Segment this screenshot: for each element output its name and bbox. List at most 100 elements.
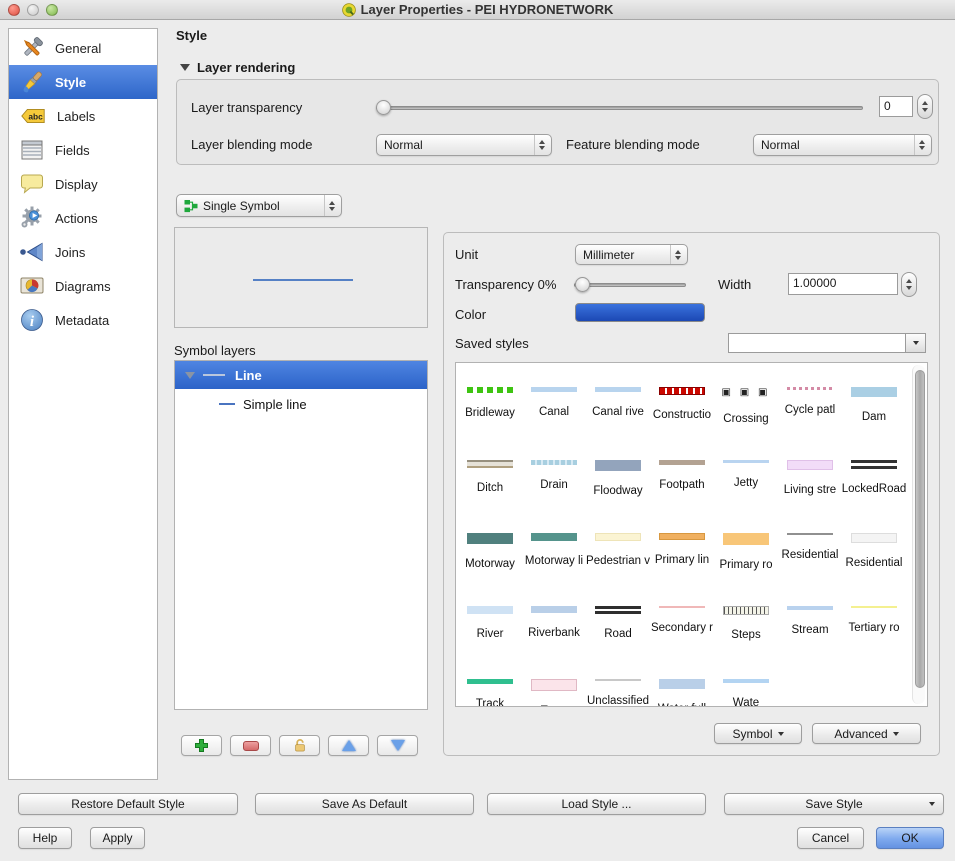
style-item[interactable]: Motorway li (522, 521, 586, 594)
layer-rendering-toggle[interactable]: Layer rendering (180, 60, 295, 75)
lock-symbol-layer-button[interactable] (279, 735, 320, 756)
minimize-window-button[interactable] (27, 4, 39, 16)
tree-item-line[interactable]: Line (175, 361, 427, 389)
style-item-label: Drain (540, 479, 567, 491)
width-stepper[interactable] (901, 272, 917, 297)
sidebar-item-display[interactable]: Display (9, 167, 157, 201)
layer-transparency-slider-thumb[interactable] (376, 100, 391, 115)
style-item-label: Riverbank (528, 627, 580, 639)
gear-icon (19, 205, 45, 231)
style-item[interactable]: Steps (714, 594, 778, 667)
style-swatch (531, 460, 577, 465)
style-item[interactable]: Primary ro (714, 521, 778, 594)
style-item[interactable]: Bridleway (458, 375, 522, 448)
sidebar-item-diagrams[interactable]: Diagrams (9, 269, 157, 303)
ok-button[interactable]: OK (876, 827, 944, 849)
sidebar-item-labels[interactable]: abc Labels (9, 99, 157, 133)
style-item[interactable]: Track (458, 667, 522, 707)
style-item[interactable]: Primary lin (650, 521, 714, 594)
move-layer-down-button[interactable] (377, 735, 418, 756)
style-item[interactable]: Pedestrian v (586, 521, 650, 594)
style-item[interactable]: Cycle patl (778, 375, 842, 448)
style-item[interactable]: Footpath (650, 448, 714, 521)
symbol-transparency-slider[interactable] (574, 283, 686, 287)
apply-button[interactable]: Apply (90, 827, 145, 849)
style-item[interactable]: Dam (842, 375, 906, 448)
style-item[interactable]: Riverbank (522, 594, 586, 667)
style-item[interactable]: Stream (778, 594, 842, 667)
close-window-button[interactable] (8, 4, 20, 16)
style-item[interactable]: Unclassified (586, 667, 650, 707)
style-item-label: Road (604, 628, 632, 640)
add-symbol-layer-button[interactable] (181, 735, 222, 756)
zoom-window-button[interactable] (46, 4, 58, 16)
page-title: Style (176, 28, 207, 43)
paintbrush-icon (19, 69, 45, 95)
style-swatch (851, 533, 897, 543)
color-button[interactable] (575, 303, 705, 322)
restore-default-style-button[interactable]: Restore Default Style (18, 793, 238, 815)
sidebar-item-label: Actions (55, 211, 98, 226)
layer-transparency-slider[interactable] (376, 106, 863, 110)
symbol-preview (174, 227, 428, 328)
style-item[interactable]: Residential (778, 521, 842, 594)
sidebar-item-joins[interactable]: Joins (9, 235, 157, 269)
symbol-menu-button[interactable]: Symbol (714, 723, 802, 744)
layer-transparency-stepper[interactable] (917, 94, 933, 119)
style-item[interactable]: LockedRoad (842, 448, 906, 521)
style-item[interactable]: Jetty (714, 448, 778, 521)
layer-blending-select[interactable]: Normal (376, 134, 552, 156)
symbol-transparency-slider-thumb[interactable] (575, 277, 590, 292)
unit-select[interactable]: Millimeter (575, 244, 688, 265)
style-item-label: Tertiary ro (848, 622, 899, 634)
expander-icon[interactable] (185, 372, 195, 379)
width-input[interactable]: 1.00000 (788, 273, 898, 295)
scrollbar-thumb[interactable] (915, 370, 925, 688)
style-item[interactable]: River (458, 594, 522, 667)
load-style-button[interactable]: Load Style ... (487, 793, 706, 815)
style-item[interactable]: Ditch (458, 448, 522, 521)
save-style-button[interactable]: Save Style (724, 793, 944, 815)
style-swatch (531, 533, 577, 541)
renderer-select[interactable]: Single Symbol (176, 194, 342, 217)
style-item[interactable]: Water full (650, 667, 714, 707)
sidebar-item-metadata[interactable]: i Metadata (9, 303, 157, 337)
style-item[interactable]: Floodway (586, 448, 650, 521)
tree-item-simple-line[interactable]: Simple line (175, 389, 427, 419)
style-item[interactable]: Motorway (458, 521, 522, 594)
style-item[interactable]: Secondary r (650, 594, 714, 667)
sidebar-item-general[interactable]: General (9, 31, 157, 65)
sidebar-item-actions[interactable]: Actions (9, 201, 157, 235)
saved-styles-select[interactable] (728, 333, 926, 353)
help-button[interactable]: Help (18, 827, 72, 849)
help-label: Help (33, 831, 58, 845)
style-item[interactable]: Living stre (778, 448, 842, 521)
restore-default-style-label: Restore Default Style (71, 797, 184, 811)
save-as-default-button[interactable]: Save As Default (255, 793, 474, 815)
move-layer-up-button[interactable] (328, 735, 369, 756)
style-list-scrollbar[interactable] (912, 365, 925, 704)
sidebar-item-fields[interactable]: Fields (9, 133, 157, 167)
remove-symbol-layer-button[interactable] (230, 735, 271, 756)
save-style-label: Save Style (805, 797, 862, 811)
cancel-button[interactable]: Cancel (797, 827, 864, 849)
style-item[interactable]: Canal rive (586, 375, 650, 448)
style-item-label: Wate (733, 697, 759, 707)
style-item[interactable]: Residential (842, 521, 906, 594)
style-item[interactable]: ▣ ▣ ▣Crossing (714, 375, 778, 448)
style-item[interactable]: Tertiary ro (842, 594, 906, 667)
style-item[interactable]: Road (586, 594, 650, 667)
sidebar-item-style[interactable]: Style (9, 65, 157, 99)
saved-styles-value (729, 334, 905, 352)
style-item[interactable]: Canal (522, 375, 586, 448)
layer-transparency-value[interactable]: 0 (879, 96, 913, 117)
style-item[interactable]: Wate (714, 667, 778, 707)
symbol-layers-label: Symbol layers (174, 343, 256, 358)
feature-blending-select[interactable]: Normal (753, 134, 932, 156)
advanced-menu-button[interactable]: Advanced (812, 723, 921, 744)
style-item[interactable]: Constructio (650, 375, 714, 448)
style-item[interactable]: Tram (522, 667, 586, 707)
style-swatch (723, 679, 769, 683)
style-item[interactable]: Drain (522, 448, 586, 521)
advanced-menu-label: Advanced (834, 727, 887, 741)
